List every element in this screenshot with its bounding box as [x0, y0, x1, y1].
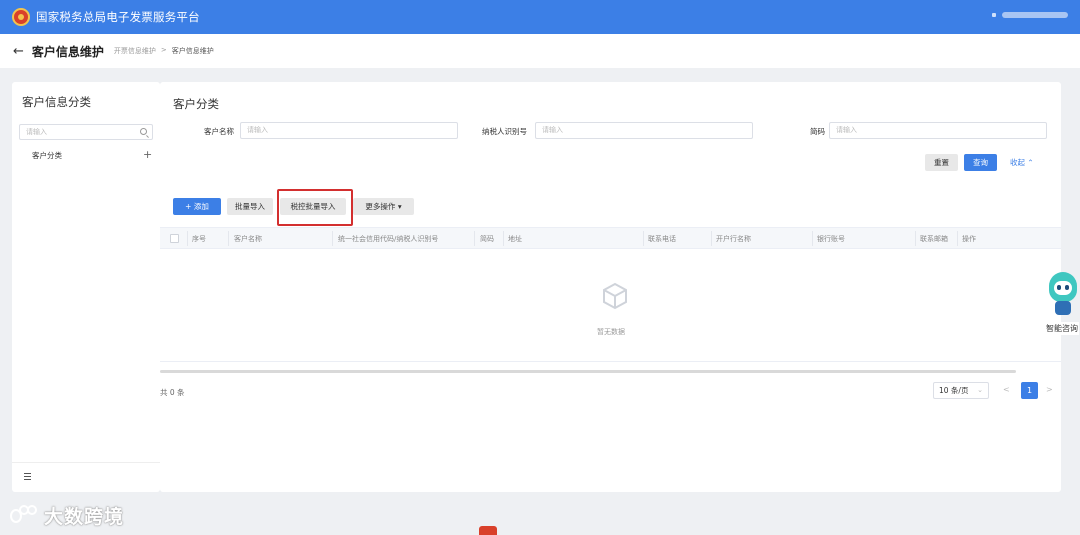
- sidebar-title: 客户信息分类: [22, 95, 91, 109]
- column-divider: [187, 231, 188, 246]
- taxpayer-id-input[interactable]: 请输入: [535, 122, 753, 139]
- menu-toggle-icon[interactable]: [24, 473, 31, 480]
- sidebar-search-input[interactable]: 请输入: [19, 124, 153, 140]
- add-category-icon[interactable]: +: [143, 148, 152, 161]
- top-bar: 国家税务总局电子发票服务平台: [0, 0, 1080, 34]
- column-divider: [643, 231, 644, 246]
- next-page-icon[interactable]: >: [1046, 385, 1053, 394]
- column-header: 操作: [962, 235, 976, 243]
- column-divider: [812, 231, 813, 246]
- watermark: 大数跨境: [10, 502, 124, 529]
- caret-down-icon: ▾: [397, 202, 402, 211]
- breadcrumb: 开票信息维护 > 客户信息维护: [114, 46, 214, 56]
- sidebar-footer: [12, 462, 160, 492]
- column-header: 客户名称: [234, 235, 262, 243]
- assistant-label: 智能咨询: [1045, 322, 1079, 335]
- more-actions-label: 更多操作: [365, 202, 396, 211]
- filter-label-taxpayer-id: 纳税人识别号: [482, 127, 527, 136]
- column-header: 序号: [192, 235, 206, 243]
- table-divider: [160, 361, 1061, 362]
- column-header: 开户行名称: [716, 235, 751, 243]
- category-sidebar: 客户信息分类 请输入 客户分类 +: [12, 82, 160, 492]
- back-arrow-icon[interactable]: ←: [13, 44, 24, 59]
- user-name-blurred: [1002, 12, 1068, 18]
- footer-emblem-icon: [479, 526, 497, 535]
- empty-box-icon: [603, 282, 627, 310]
- filter-label-customer-name: 客户名称: [204, 127, 234, 136]
- column-divider: [332, 231, 333, 246]
- plus-icon: +: [185, 202, 192, 211]
- smart-consult-widget[interactable]: 智能咨询: [1044, 272, 1080, 335]
- chevron-up-icon: ⌃: [1027, 158, 1034, 167]
- page-size-value: 10 条/页: [939, 386, 969, 395]
- more-actions-dropdown[interactable]: 更多操作 ▾: [353, 198, 414, 215]
- select-all-checkbox[interactable]: [170, 234, 179, 243]
- search-icon[interactable]: [140, 128, 147, 135]
- page-header: ← 客户信息维护 开票信息维护 > 客户信息维护: [0, 34, 1080, 68]
- chevron-down-icon: ⌄: [977, 386, 983, 394]
- column-header: 联系邮箱: [920, 235, 948, 243]
- tax-emblem-logo: [12, 8, 30, 26]
- section-title: 客户分类: [173, 97, 219, 111]
- collapse-link[interactable]: 收起 ⌃: [1010, 157, 1034, 168]
- column-header: 银行账号: [817, 235, 845, 243]
- page-size-select[interactable]: 10 条/页 ⌄: [933, 382, 989, 399]
- filter-label-short-code: 简码: [810, 127, 825, 136]
- watermark-logo-icon: [10, 504, 40, 527]
- column-header: 地址: [508, 235, 522, 243]
- empty-state-text: 暂无数据: [597, 328, 625, 336]
- column-divider: [711, 231, 712, 246]
- short-code-input[interactable]: 请输入: [829, 122, 1047, 139]
- column-header: 简码: [480, 235, 494, 243]
- main-panel: 客户分类 客户名称 请输入 纳税人识别号 请输入 简码 请输入 重置 查询 收起…: [160, 82, 1061, 492]
- breadcrumb-item[interactable]: 开票信息维护: [114, 46, 156, 56]
- app-title: 国家税务总局电子发票服务平台: [36, 10, 200, 24]
- column-divider: [957, 231, 958, 246]
- batch-import-button[interactable]: 批量导入: [227, 198, 273, 215]
- reset-button[interactable]: 重置: [925, 154, 958, 171]
- query-button[interactable]: 查询: [964, 154, 997, 171]
- prev-page-icon[interactable]: <: [1003, 385, 1010, 394]
- customer-name-input[interactable]: 请输入: [240, 122, 458, 139]
- horizontal-scrollbar[interactable]: [160, 370, 1016, 373]
- user-status-dot: [992, 13, 996, 17]
- add-button-label: 添加: [193, 202, 209, 211]
- column-divider: [228, 231, 229, 246]
- column-divider: [915, 231, 916, 246]
- column-header: 统一社会信用代码/纳税人识别号: [338, 235, 439, 243]
- breadcrumb-separator-icon: >: [160, 46, 167, 54]
- breadcrumb-item-current: 客户信息维护: [171, 47, 214, 55]
- column-header: 联系电话: [648, 235, 676, 243]
- collapse-label: 收起: [1010, 158, 1025, 167]
- watermark-text: 大数跨境: [44, 506, 125, 528]
- column-divider: [503, 231, 504, 246]
- highlight-box: [277, 189, 353, 226]
- column-divider: [474, 231, 475, 246]
- user-menu[interactable]: [992, 12, 1068, 18]
- total-count: 共 0 条: [160, 388, 185, 397]
- tree-item-customer-category[interactable]: 客户分类: [32, 150, 62, 161]
- add-button[interactable]: + 添加: [173, 198, 221, 215]
- page-title: 客户信息维护: [31, 44, 104, 59]
- robot-avatar-icon: [1049, 272, 1077, 302]
- page-number-current[interactable]: 1: [1021, 382, 1038, 399]
- sidebar-search-placeholder: 请输入: [26, 128, 47, 136]
- table-header: 序号 客户名称 统一社会信用代码/纳税人识别号 简码 地址 联系电话 开户行名称…: [160, 227, 1061, 249]
